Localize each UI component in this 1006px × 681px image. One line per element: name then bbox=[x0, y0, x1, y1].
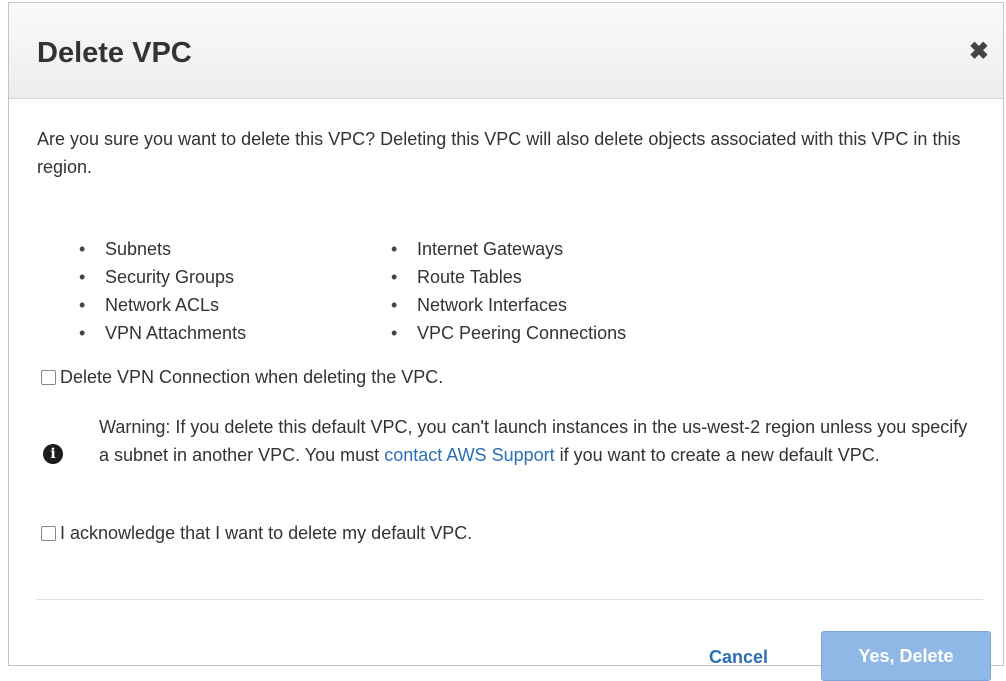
list-item: VPN Attachments bbox=[79, 319, 246, 347]
list-item: Subnets bbox=[79, 235, 246, 263]
dialog-header: Delete VPC ✖ bbox=[9, 3, 1003, 99]
objects-list-left: Subnets Security Groups Network ACLs VPN… bbox=[79, 235, 246, 347]
list-item: Security Groups bbox=[79, 263, 246, 291]
acknowledge-checkbox[interactable] bbox=[41, 526, 56, 541]
list-item: Route Tables bbox=[391, 263, 626, 291]
footer-divider bbox=[37, 599, 983, 600]
contact-aws-support-link[interactable]: contact AWS Support bbox=[384, 445, 554, 465]
intro-text: Are you sure you want to delete this VPC… bbox=[37, 129, 961, 177]
dialog-title: Delete VPC bbox=[37, 37, 192, 69]
delete-vpn-connection-checkbox[interactable] bbox=[41, 370, 56, 385]
acknowledge-option[interactable]: I acknowledge that I want to delete my d… bbox=[41, 523, 472, 544]
delete-vpc-dialog: Delete VPC ✖ Are you sure you want to de… bbox=[8, 2, 1004, 681]
objects-list-right: Internet Gateways Route Tables Network I… bbox=[391, 235, 626, 347]
info-icon: i bbox=[43, 444, 63, 464]
list-item: Internet Gateways bbox=[391, 235, 626, 263]
delete-vpn-connection-label: Delete VPN Connection when deleting the … bbox=[60, 367, 444, 387]
close-icon[interactable]: ✖ bbox=[969, 40, 989, 64]
dialog-body: Are you sure you want to delete this VPC… bbox=[37, 99, 991, 681]
warning-text-end: if you want to create a new default VPC. bbox=[554, 445, 880, 465]
cancel-button[interactable]: Cancel bbox=[709, 647, 768, 668]
list-item: Network ACLs bbox=[79, 291, 246, 319]
delete-vpn-connection-option[interactable]: Delete VPN Connection when deleting the … bbox=[41, 367, 443, 388]
list-item: Network Interfaces bbox=[391, 291, 626, 319]
list-item: VPC Peering Connections bbox=[391, 319, 626, 347]
yes-delete-button[interactable]: Yes, Delete bbox=[821, 631, 991, 681]
acknowledge-label: I acknowledge that I want to delete my d… bbox=[60, 523, 473, 543]
warning-text: Warning: If you delete this default VPC,… bbox=[99, 413, 969, 469]
